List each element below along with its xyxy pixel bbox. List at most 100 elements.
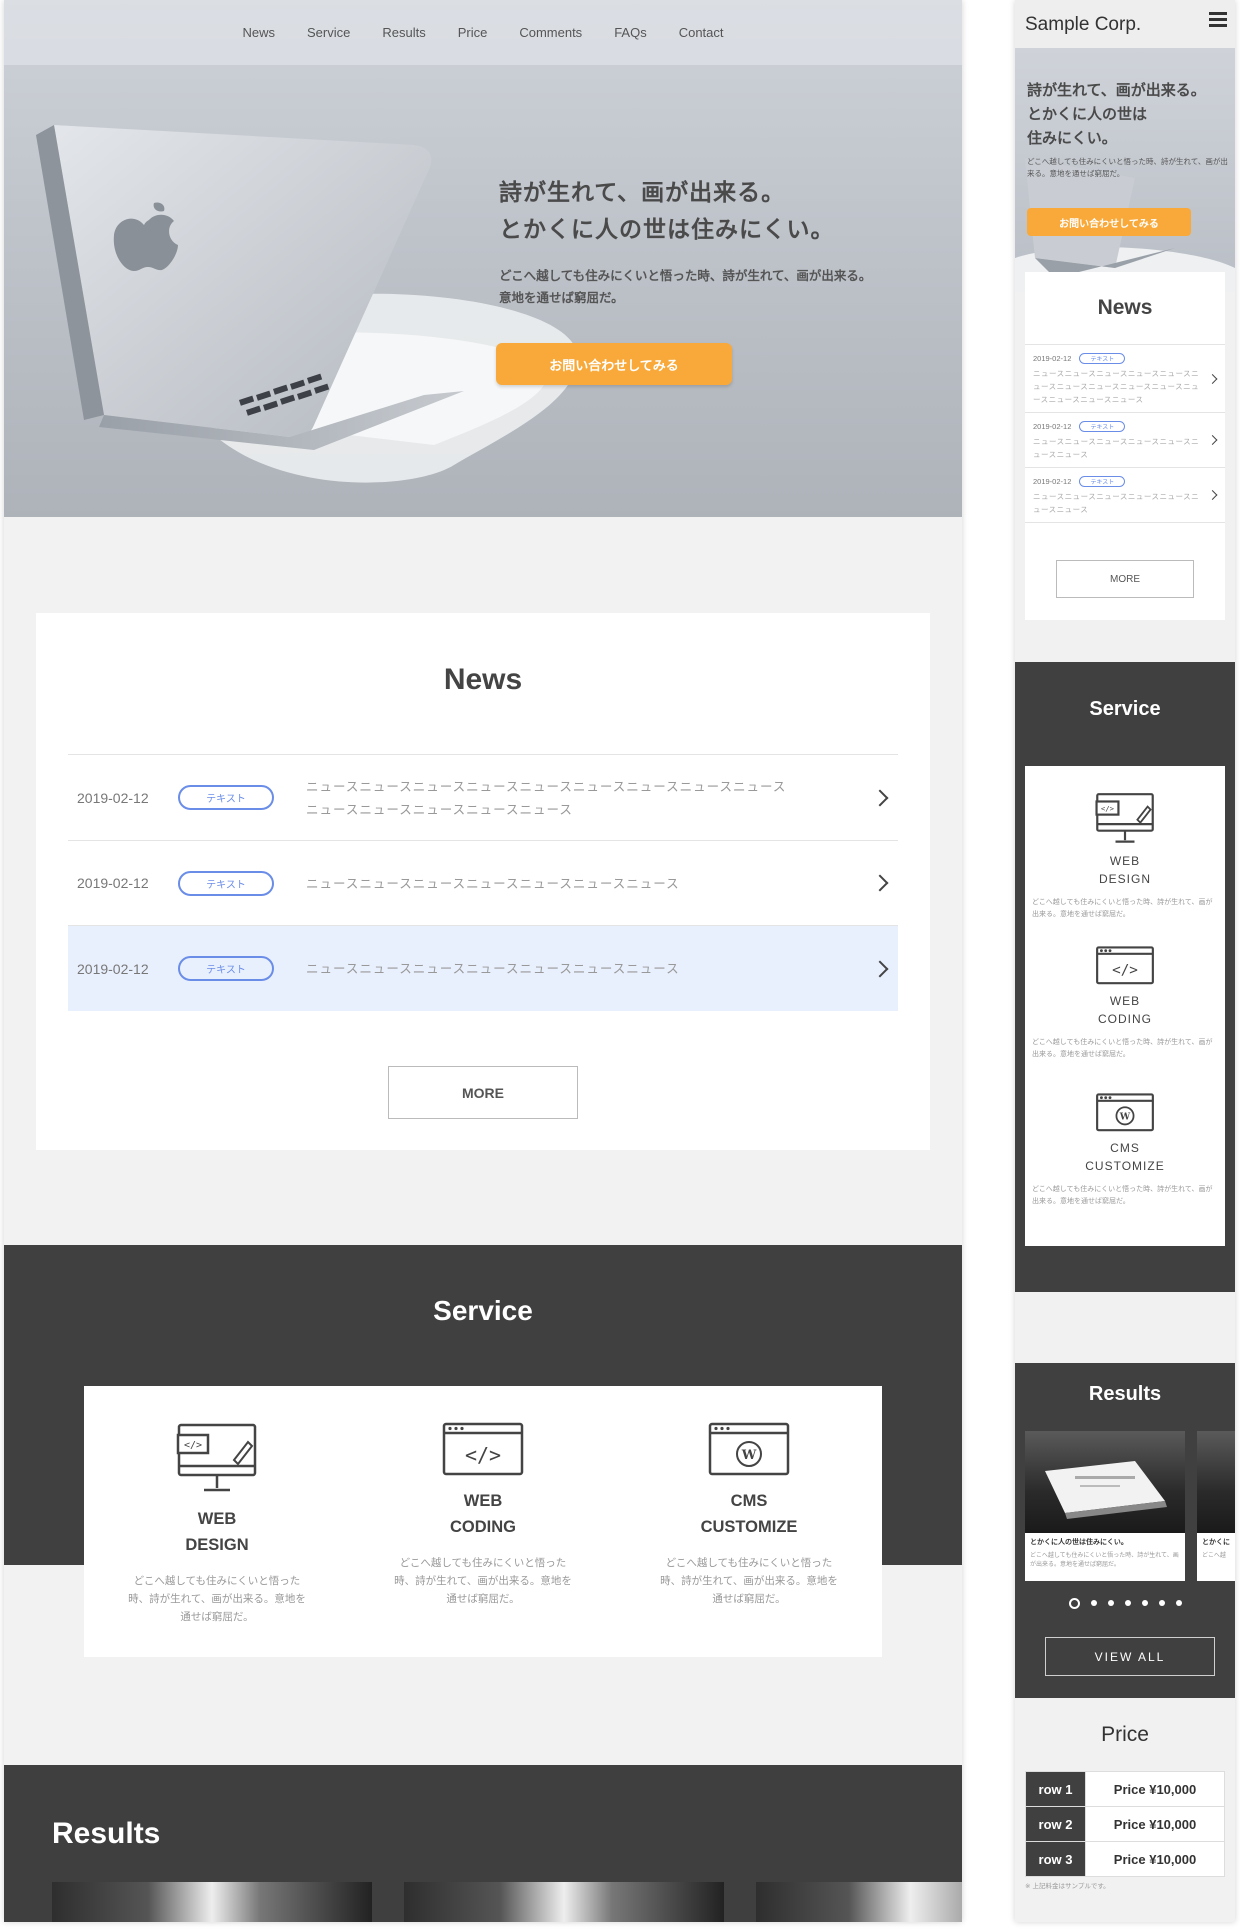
news-section: News 2019-02-12 テキスト ニュースニュースニュースニュースニュー…	[36, 613, 930, 1150]
result-thumbnail[interactable]	[756, 1882, 962, 1922]
price-row-label: row 1	[1025, 1771, 1086, 1807]
news-item[interactable]: 2019-02-12 テキスト ニュースニュースニュースニュースニュースニュースニ…	[1025, 468, 1225, 523]
news-more-button[interactable]: MORE	[1056, 560, 1194, 598]
carousel-dot[interactable]	[1107, 1600, 1114, 1606]
monitor-code-icon: </>	[176, 1423, 257, 1492]
result-card[interactable]: とかくに人の世は住みにくい。 どこへ越しても住みにくいと悟った時、詩が生れて、画…	[1025, 1431, 1185, 1581]
service-item-web-coding: </> WEB CODING どこへ越しても住みにくいと悟った時、詩が生れて、画…	[1025, 946, 1225, 1060]
nav-comments[interactable]: Comments	[519, 25, 582, 40]
browser-code-icon: </>	[1096, 946, 1154, 985]
price-title: Price	[1101, 1723, 1149, 1746]
hero-text-line2: 意地を通せば窮屈だ。	[499, 290, 624, 305]
carousel-dot[interactable]	[1124, 1600, 1131, 1606]
carousel-dot[interactable]	[1141, 1600, 1148, 1606]
mobile-header: Sample Corp.	[1015, 0, 1235, 48]
service-item-web-design: </> WEB DESIGN どこへ越しても住みにくいと悟った時、詩が生れて、画…	[84, 1386, 350, 1657]
hero-title-line1: 詩が生れて、画が出来る。	[499, 180, 786, 206]
hero-section: News Service Results Price Comments FAQs…	[4, 0, 962, 517]
result-card[interactable]: とかくに どこへ越	[1197, 1431, 1235, 1581]
hero-text-line1: どこへ越しても住みにくいと悟った時、詩が生れて、画が出来る。	[499, 268, 872, 283]
contact-cta-button[interactable]: お問い合わせしてみる	[496, 343, 732, 385]
hero-title-line1: 詩が生れて、画が出来る。	[1027, 81, 1206, 99]
price-row-value: Price ¥10,000	[1085, 1841, 1225, 1877]
hero-title-line2: とかくに人の世は	[1027, 105, 1148, 123]
news-tag: テキスト	[178, 870, 274, 896]
news-tag: テキスト	[1079, 421, 1126, 432]
news-text: ニュースニュースニュースニュースニュースニュースニュース	[306, 875, 680, 891]
carousel-dot[interactable]	[1158, 1600, 1165, 1606]
price-row: row 3 Price ¥10,000	[1025, 1841, 1225, 1877]
carousel-dot[interactable]	[1175, 1600, 1182, 1606]
mobile-results-section: Results とかくに人の世は住みにくい。 どこへ越しても住みにくいと悟った時…	[1015, 1363, 1235, 1698]
mobile-news-section: News 2019-02-12 テキスト ニュースニュースニュースニュースニュース…	[1025, 272, 1225, 620]
nav-price[interactable]: Price	[458, 25, 488, 40]
news-text: ニュースニュースニュースニュースニュースニュースニュースニュースニュースニュース…	[306, 778, 787, 817]
service-item-cms-customize: W CMS CUSTOMIZE どこへ越しても住みにくいと悟った時、詩が生れて、…	[1025, 1093, 1225, 1207]
chevron-right-icon	[1207, 373, 1218, 384]
hero-copy: 詩が生れて、画が出来る。 とかくに人の世は住みにくい。 どこへ越しても住みにくい…	[499, 175, 949, 309]
hero-title-line2: とかくに人の世は住みにくい。	[499, 217, 835, 243]
nav-contact[interactable]: Contact	[679, 25, 724, 40]
news-date: 2019-02-12	[1033, 477, 1072, 486]
service-item-web-design: </> WEB DESIGN どこへ越しても住みにくいと悟った時、詩が生れて、画…	[1025, 792, 1225, 920]
page-canvas: News Service Results Price Comments FAQs…	[0, 0, 1240, 1930]
svg-text:</>: </>	[465, 1443, 501, 1467]
mobile-contact-cta-button[interactable]: お問い合わせしてみる	[1027, 208, 1191, 236]
news-item[interactable]: 2019-02-12 テキスト ニュースニュースニュースニュースニュースニュース…	[68, 841, 898, 926]
news-text: ニュースニュースニュースニュースニュースニュースニュース	[306, 961, 680, 976]
mobile-hero: 詩が生れて、画が出来る。 とかくに人の世は 住みにくい。 どこへ越しても住みにく…	[1015, 48, 1235, 292]
service-item-web-coding: </> WEB CODING どこへ越しても住みにくいと悟った時、詩が生れて、画…	[350, 1386, 616, 1657]
result-text: どこへ越	[1202, 1552, 1226, 1559]
chevron-right-icon	[871, 960, 889, 977]
price-note: ※ 上記料金はサンプルです。	[1025, 1882, 1110, 1890]
service-card: </> WEB DESIGN どこへ越しても住みにくいと悟った時、詩が生れて、画…	[84, 1386, 882, 1657]
service-name: WEB CODING	[1098, 994, 1152, 1026]
service-desc: どこへ越しても住みにくいと悟った時、詩が生れて、画が出来る。意地を通せば窮屈だ。	[1032, 1185, 1213, 1205]
svg-text:</>: </>	[184, 1440, 202, 1451]
monitor-code-icon: </>	[1095, 793, 1154, 843]
svg-text:</>: </>	[1112, 963, 1138, 979]
news-item[interactable]: 2019-02-12 テキスト ニュースニュースニュースニュースニュースニュースニ…	[1025, 413, 1225, 468]
result-thumbnail[interactable]	[52, 1882, 372, 1922]
service-title: Service	[433, 1295, 533, 1326]
hero-text: どこへ越しても住みにくいと悟った時、詩が生れて、画が出来る。 意地を通せば窮屈だ…	[499, 265, 949, 309]
news-date: 2019-02-12	[1033, 422, 1072, 431]
price-table: row 1 Price ¥10,000 row 2 Price ¥10,000 …	[1025, 1771, 1225, 1877]
news-tag: テキスト	[1079, 476, 1126, 487]
service-name: WEB CODING	[450, 1492, 516, 1536]
nav-results[interactable]: Results	[382, 25, 425, 40]
view-all-button[interactable]: VIEW ALL	[1045, 1637, 1215, 1676]
service-desc: どこへ越しても住みにくいと悟った時、詩が生れて、画が出来る。意地を通せば窮屈だ。	[394, 1557, 572, 1605]
hamburger-icon[interactable]	[1209, 12, 1227, 27]
news-title: News	[443, 663, 523, 696]
chevron-right-icon	[1207, 490, 1218, 500]
price-row: row 2 Price ¥10,000	[1025, 1806, 1225, 1842]
nav-news[interactable]: News	[242, 25, 275, 40]
news-more-button[interactable]: MORE	[388, 1066, 578, 1119]
service-item-cms-customize: W CMS CUSTOMIZE どこへ越しても住みにくいと悟った時、詩が生れて、…	[616, 1386, 882, 1657]
result-thumbnail[interactable]	[404, 1882, 724, 1922]
top-nav: News Service Results Price Comments FAQs…	[4, 0, 962, 65]
carousel-dot[interactable]	[1090, 1600, 1097, 1606]
carousel-dot[interactable]	[1068, 1597, 1080, 1609]
browser-wordpress-icon: W	[708, 1422, 790, 1476]
nav-service[interactable]: Service	[307, 25, 350, 40]
nav-faqs[interactable]: FAQs	[614, 25, 647, 40]
news-tag: テキスト	[178, 785, 274, 810]
hero-title-line3: 住みにくい。	[1027, 129, 1117, 147]
news-date: 2019-02-12	[77, 960, 149, 977]
news-item[interactable]: 2019-02-12 テキスト ニュースニュースニュースニュースニュースニュース…	[68, 755, 898, 841]
news-item[interactable]: 2019-02-12 テキスト ニュースニュースニュースニュースニュースニュースニ…	[1025, 345, 1225, 413]
logo[interactable]: Sample Corp.	[1025, 14, 1141, 36]
result-caption: とかくに人の世は住みにくい。	[1030, 1538, 1128, 1546]
price-row-value: Price ¥10,000	[1085, 1806, 1225, 1842]
mobile-preview: 詩が生れて、画が出来る。 とかくに人の世は 住みにくい。 どこへ越しても住みにく…	[1015, 0, 1235, 1922]
chevron-right-icon	[871, 874, 889, 892]
svg-text:</>: </>	[1101, 804, 1115, 813]
mobile-hero-text: どこへ越しても住みにくいと悟った時、詩が生れて、画が出来る。意地を通せば窮屈だ。	[1027, 157, 1228, 178]
service-desc: どこへ越しても住みにくいと悟った時、詩が生れて、画が出来る。意地を通せば窮屈だ。	[660, 1557, 838, 1605]
news-text: ニュースニュースニュースニュースニュースニュースニュース	[1033, 437, 1200, 459]
price-row: row 1 Price ¥10,000	[1025, 1771, 1225, 1807]
news-item-hovered[interactable]: 2019-02-12 テキスト ニュースニュースニュースニュースニュースニュース…	[68, 926, 898, 1011]
service-desc: どこへ越しても住みにくいと悟った時、詩が生れて、画が出来る。意地を通せば窮屈だ。	[128, 1575, 306, 1623]
